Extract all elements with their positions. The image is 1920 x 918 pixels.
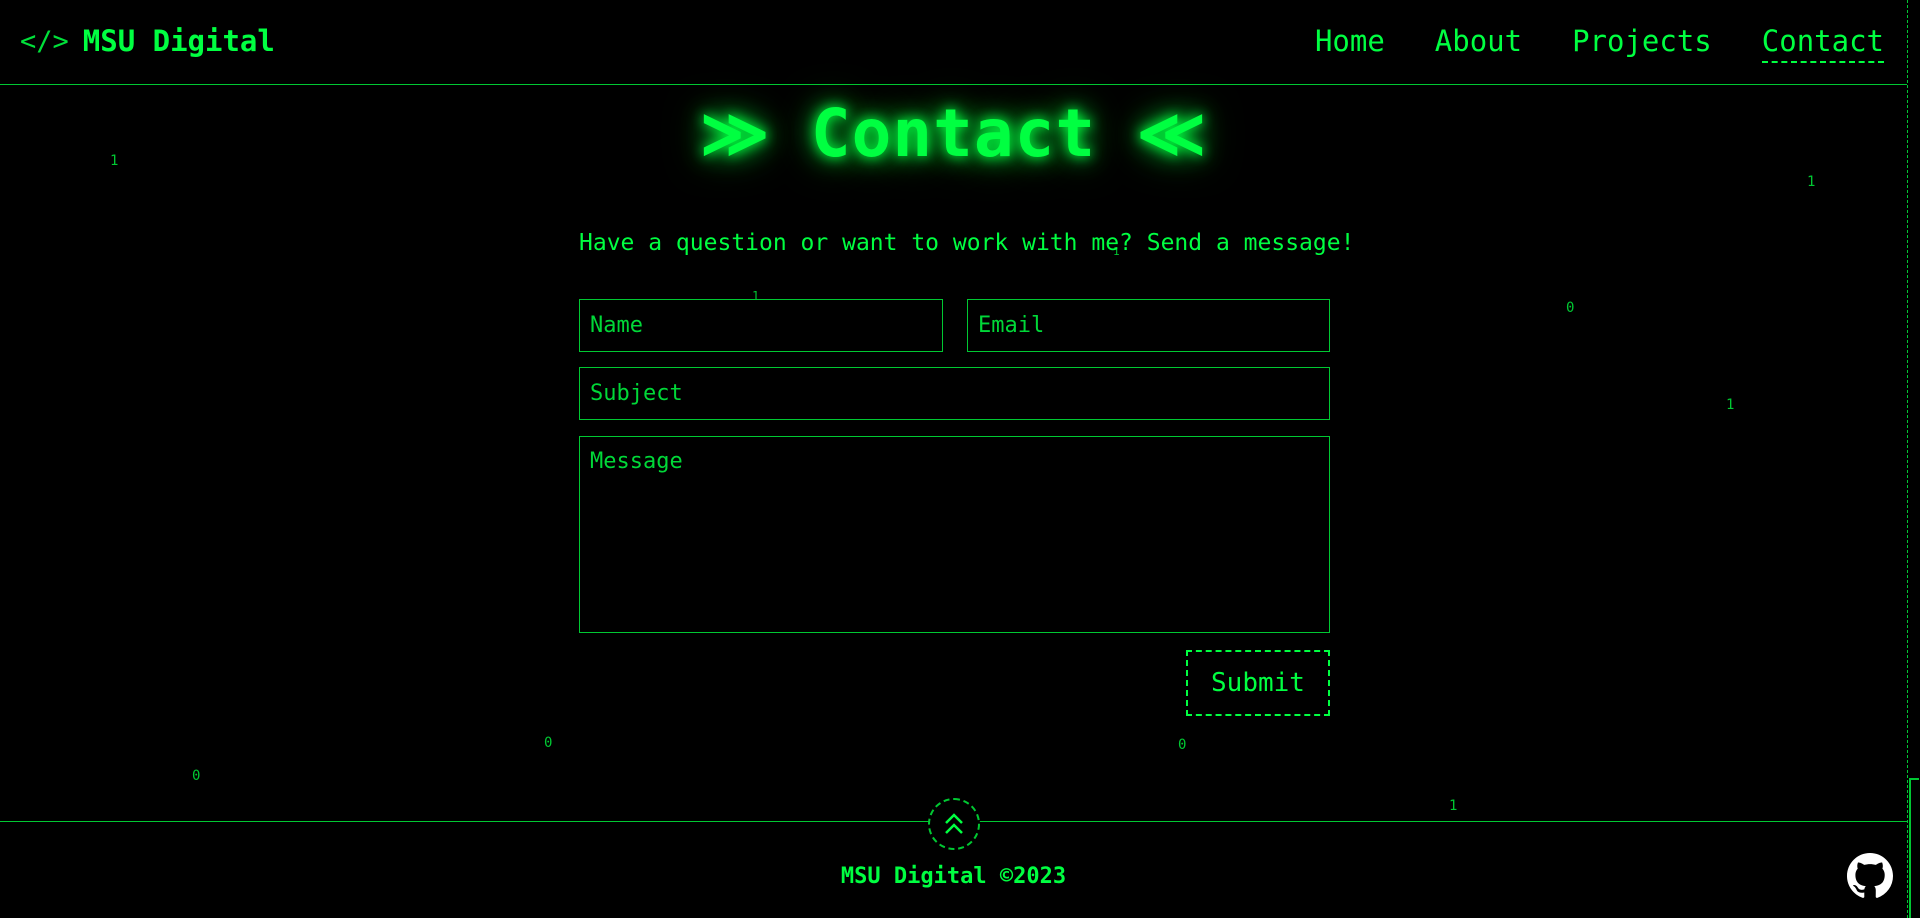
email-field[interactable] [967, 299, 1330, 352]
footer-copyright: MSU Digital ©2023 [840, 864, 1067, 889]
binary-digit: 1 [1807, 174, 1816, 190]
scroll-to-top-button[interactable] [928, 798, 980, 850]
main-nav: Home About Projects Contact [1315, 24, 1884, 63]
logo[interactable]: </> MSU Digital [20, 24, 275, 58]
scrollbar[interactable] [1907, 0, 1920, 918]
page: </> MSU Digital Home About Projects Cont… [0, 0, 1920, 918]
nav-contact[interactable]: Contact [1761, 24, 1884, 63]
code-icon: </> [20, 25, 69, 57]
submit-button[interactable]: Submit [1186, 650, 1330, 716]
binary-digit: 0 [544, 735, 553, 751]
binary-digit: 1 [1726, 397, 1735, 413]
double-chevron-up-icon [945, 813, 963, 834]
github-icon[interactable] [1847, 853, 1893, 899]
page-title: ≫ Contact ≪ [700, 95, 1207, 172]
message-field[interactable] [579, 436, 1330, 633]
scrollbar-thumb[interactable] [1909, 778, 1919, 918]
binary-digit: 0 [1566, 300, 1575, 316]
binary-digit: 0 [1178, 737, 1187, 753]
binary-digit: 0 [192, 768, 201, 784]
binary-digit: 1 [1449, 798, 1458, 814]
header: </> MSU Digital Home About Projects Cont… [0, 0, 1907, 85]
nav-home[interactable]: Home [1315, 24, 1385, 63]
nav-about[interactable]: About [1435, 24, 1522, 63]
page-subtitle: Have a question or want to work with me?… [579, 230, 1355, 256]
subject-field[interactable] [579, 367, 1330, 420]
name-field[interactable] [579, 299, 943, 352]
nav-projects[interactable]: Projects [1572, 24, 1712, 63]
logo-text: MSU Digital [82, 24, 275, 58]
